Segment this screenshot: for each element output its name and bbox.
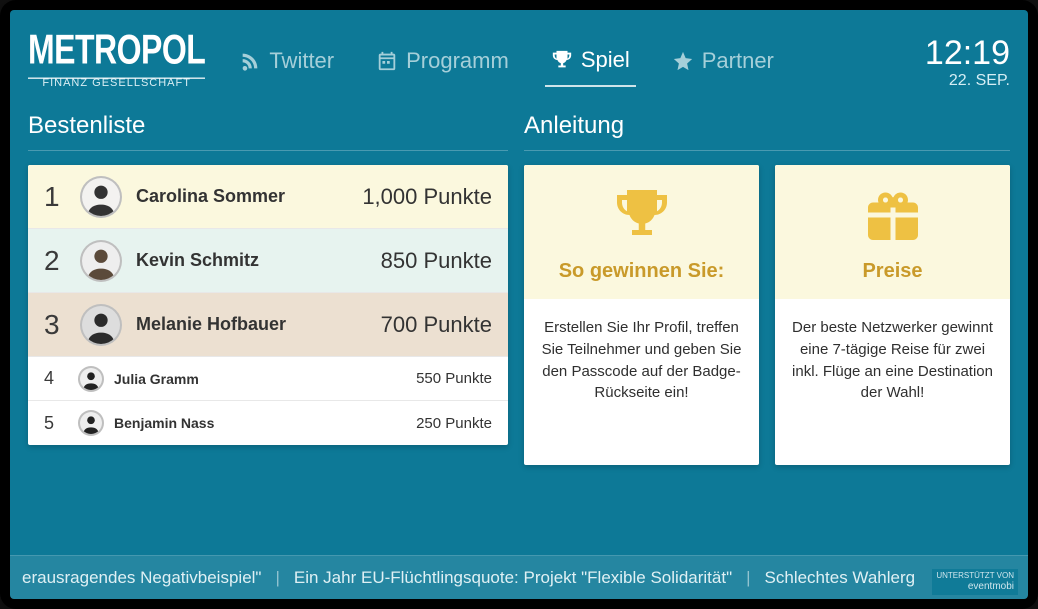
leaderboard-row: 1 Carolina Sommer 1,000 Punkte [28,165,508,229]
player-score: 250 Punkte [416,415,492,432]
leaderboard: 1 Carolina Sommer 1,000 Punkte 2 Kevin S… [28,165,508,445]
powered-by: UNTERSTÜTZT VON eventmobi [932,569,1018,595]
avatar [78,410,104,436]
rank-number: 2 [44,245,74,277]
player-score: 1,000 Punkte [362,184,492,210]
gift-icon [863,185,923,250]
prizes-card: Preise Der beste Netzwerker gewinnt eine… [775,165,1010,465]
nav-partner[interactable]: Partner [666,40,780,86]
clock-date: 22. SEP. [925,72,1010,90]
leaderboard-row: 3 Melanie Hofbauer 700 Punkte [28,293,508,357]
avatar [80,240,122,282]
player-name: Melanie Hofbauer [136,314,381,335]
avatar [80,304,122,346]
nav-spiel[interactable]: Spiel [545,39,636,87]
avatar [78,366,104,392]
brand-name: METROPOL [28,28,205,79]
nav-label: Programm [406,48,509,74]
player-name: Julia Gramm [114,371,416,387]
main-nav: Twitter Programm Spiel [233,39,925,87]
leaderboard-column: Bestenliste 1 Carolina Sommer 1,000 Punk… [28,106,508,555]
nav-programm[interactable]: Programm [370,40,515,86]
rank-number: 1 [44,181,74,213]
leaderboard-heading: Bestenliste [28,106,508,151]
player-score: 700 Punkte [381,312,492,338]
header: METROPOL FINANZ GESELLSCHAFT Twitter Pro… [10,10,1028,106]
rss-icon [239,50,261,72]
display-frame: METROPOL FINANZ GESELLSCHAFT Twitter Pro… [0,0,1038,609]
clock-time: 12:19 [925,36,1010,70]
content-columns: Bestenliste 1 Carolina Sommer 1,000 Punk… [10,106,1028,555]
screen: METROPOL FINANZ GESELLSCHAFT Twitter Pro… [10,10,1028,599]
trophy-icon [551,49,573,71]
ticker-item: Ein Jahr EU-Flüchtlingsquote: Projekt "F… [294,568,732,588]
leaderboard-row: 4 Julia Gramm 550 Punkte [28,357,508,401]
ticker-separator: | [275,568,279,588]
player-name: Kevin Schmitz [136,250,381,271]
nav-label: Twitter [269,48,334,74]
ticker-items: erausragendes Negativbeispiel" | Ein Jah… [22,568,1016,588]
ticker-item: Schlechtes Wahlerg [765,568,916,588]
rank-number: 3 [44,309,74,341]
guide-heading: Anleitung [524,106,1010,151]
leaderboard-row: 5 Benjamin Nass 250 Punkte [28,401,508,445]
rank-number: 4 [44,368,74,389]
player-score: 850 Punkte [381,248,492,274]
ticker-separator: | [746,568,750,588]
ticker-item: erausragendes Negativbeispiel" [22,568,261,588]
card-body: Der beste Netzwerker gewinnt eine 7-tägi… [775,299,1010,465]
nav-label: Spiel [581,47,630,73]
card-body: Erstellen Sie Ihr Profil, treffen Sie Te… [524,299,759,465]
guide-cards: So gewinnen Sie: Erstellen Sie Ihr Profi… [524,165,1010,465]
card-title: So gewinnen Sie: [559,260,725,283]
clock: 12:19 22. SEP. [925,36,1010,90]
card-header: Preise [775,165,1010,299]
calendar-icon [376,50,398,72]
leaderboard-row: 2 Kevin Schmitz 850 Punkte [28,229,508,293]
rank-number: 5 [44,413,74,434]
card-header: So gewinnen Sie: [524,165,759,299]
player-name: Benjamin Nass [114,415,416,431]
avatar [80,176,122,218]
news-ticker: erausragendes Negativbeispiel" | Ein Jah… [10,555,1028,599]
card-title: Preise [862,260,922,283]
nav-label: Partner [702,48,774,74]
nav-twitter[interactable]: Twitter [233,40,340,86]
star-icon [672,50,694,72]
player-name: Carolina Sommer [136,186,362,207]
powered-brand: eventmobi [936,581,1014,593]
brand-logo: METROPOL FINANZ GESELLSCHAFT [28,34,205,89]
guide-column: Anleitung So gewinnen Sie: Erstellen Sie… [524,106,1010,555]
player-score: 550 Punkte [416,370,492,387]
how-to-win-card: So gewinnen Sie: Erstellen Sie Ihr Profi… [524,165,759,465]
trophy-icon [612,185,672,250]
powered-label: UNTERSTÜTZT VON [936,571,1014,581]
